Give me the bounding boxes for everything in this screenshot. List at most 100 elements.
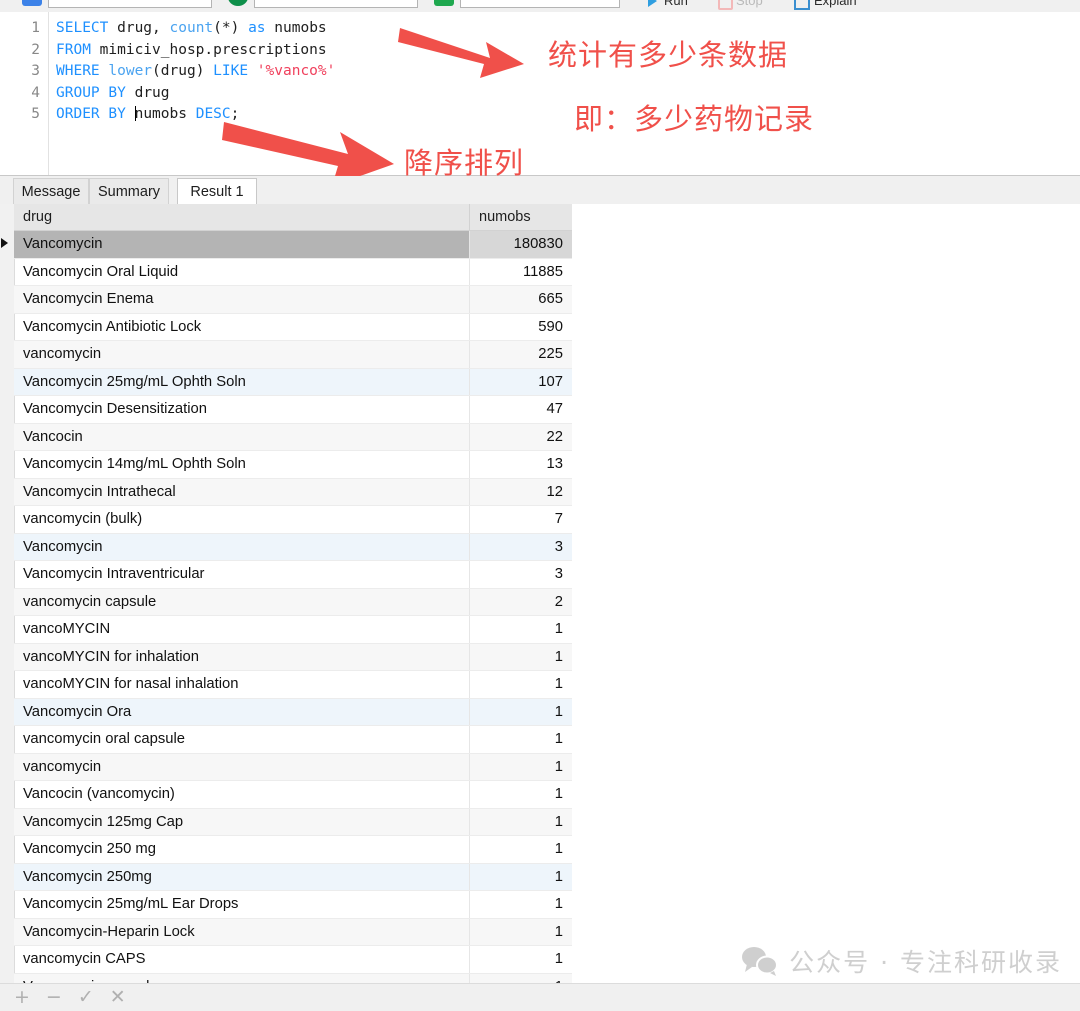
cell-numobs[interactable]: 1 [470, 616, 572, 643]
cell-numobs[interactable]: 1 [470, 644, 572, 671]
cell-numobs[interactable]: 3 [470, 561, 572, 588]
table-row[interactable]: Vancomycin Intrathecal 12 [14, 478, 572, 506]
cell-drug[interactable]: vancomycin (bulk) [14, 506, 470, 533]
commit-icon[interactable] [434, 0, 454, 6]
table-row[interactable]: vancoMYCIN for inhalation 1 [14, 643, 572, 671]
column-header-drug[interactable]: drug [14, 204, 470, 230]
table-row[interactable]: Vancomycin 25mg/mL Ophth Soln 107 [14, 368, 572, 396]
table-row[interactable]: Vancomycin Oral Liquid 11885 [14, 258, 572, 286]
cancel-edit-icon[interactable]: ✕ [110, 988, 126, 1007]
run-icon[interactable] [648, 0, 657, 7]
cell-drug[interactable]: Vancomycin 25mg/mL Ear Drops [14, 891, 470, 918]
table-row[interactable]: Vancomycin 250 mg 1 [14, 836, 572, 864]
cell-numobs[interactable]: 1 [470, 699, 572, 726]
table-row[interactable]: Vancomycin 125mg Cap 1 [14, 808, 572, 836]
cell-drug[interactable]: Vancomycin 125mg Cap [14, 808, 470, 835]
cell-numobs[interactable]: 1 [470, 864, 572, 891]
tab-message[interactable]: Message [13, 178, 89, 204]
cell-drug[interactable]: vancoMYCIN for inhalation [14, 643, 470, 670]
cell-drug[interactable]: vancomycin capsule [14, 588, 470, 615]
remove-row-icon[interactable]: − [46, 988, 62, 1007]
tab-result-1[interactable]: Result 1 [177, 178, 257, 205]
add-row-icon[interactable]: + [14, 988, 30, 1007]
schema-selector[interactable] [254, 0, 418, 8]
cell-numobs[interactable]: 13 [470, 451, 572, 478]
table-row[interactable]: vancomycin 1 [14, 753, 572, 781]
cell-numobs[interactable]: 225 [470, 341, 572, 368]
schema-icon[interactable] [228, 0, 248, 6]
table-row[interactable]: Vancomycin Antibiotic Lock 590 [14, 313, 572, 341]
cell-numobs[interactable]: 1 [470, 891, 572, 918]
cell-drug[interactable]: vancoMYCIN [14, 616, 470, 643]
sql-editor[interactable]: 1 2 3 4 5 SELECT drug, count(*) as numob… [0, 12, 1080, 176]
cell-drug[interactable]: Vancomycin 25mg/mL Ophth Soln [14, 368, 470, 395]
cell-drug[interactable]: vancomycin [14, 341, 470, 368]
cell-drug[interactable]: Vancomycin [14, 533, 470, 560]
cell-drug[interactable]: Vancomycin 14mg/mL Ophth Soln [14, 451, 470, 478]
cell-numobs[interactable]: 1 [470, 836, 572, 863]
table-row[interactable]: vancoMYCIN for nasal inhalation 1 [14, 671, 572, 699]
cell-numobs[interactable]: 47 [470, 396, 572, 423]
explain-button[interactable]: Explain [814, 0, 857, 8]
stop-icon[interactable] [718, 0, 733, 10]
cell-numobs[interactable]: 7 [470, 506, 572, 533]
cell-numobs[interactable]: 107 [470, 369, 572, 396]
cell-drug[interactable]: Vancomycin Antibiotic Lock [14, 313, 470, 340]
cell-numobs[interactable]: 1 [470, 671, 572, 698]
cell-drug[interactable]: Vancocin [14, 423, 470, 450]
table-row[interactable]: Vancomycin 3 [14, 533, 572, 561]
table-row[interactable]: Vancomycin Intraventricular 3 [14, 561, 572, 589]
table-row[interactable]: Vancocin 22 [14, 423, 572, 451]
cell-drug[interactable]: Vancomycin Enema [14, 286, 470, 313]
sql-code[interactable]: SELECT drug, count(*) as numobs FROM mimi… [56, 18, 335, 126]
cell-numobs[interactable]: 1 [470, 919, 572, 946]
connection-icon[interactable] [22, 0, 42, 6]
cell-numobs[interactable]: 1 [470, 726, 572, 753]
cell-drug[interactable]: Vancomycin [14, 231, 470, 258]
table-row[interactable]: Vancomycin 250mg 1 [14, 863, 572, 891]
table-row[interactable]: vancoMYCIN 1 [14, 616, 572, 644]
cell-numobs[interactable]: 1 [470, 974, 572, 983]
table-row[interactable]: vancomycin (bulk) 7 [14, 506, 572, 534]
cell-numobs[interactable]: 180830 [470, 231, 572, 258]
table-row[interactable]: Vancomycin 25mg/mL Ear Drops 1 [14, 891, 572, 919]
cell-numobs[interactable]: 22 [470, 424, 572, 451]
cell-drug[interactable]: Vancomycin Ora [14, 698, 470, 725]
cell-drug[interactable]: vancoMYCIN for nasal inhalation [14, 671, 470, 698]
result-grid[interactable]: drug numobs Vancomycin 180830 Vancomycin O… [0, 204, 1080, 983]
cell-drug[interactable]: vancomycin [14, 753, 470, 780]
run-button[interactable]: Run [664, 0, 688, 8]
table-row[interactable]: Vancomycin 14mg/mL Ophth Soln 13 [14, 451, 572, 479]
cell-drug[interactable]: Vancomycin Intrathecal [14, 478, 470, 505]
cell-drug[interactable]: Vancomycin capsule [14, 973, 470, 983]
cell-drug[interactable]: Vancomycin Desensitization [14, 396, 470, 423]
cell-drug[interactable]: vancomycin oral capsule [14, 726, 470, 753]
cell-drug[interactable]: Vancomycin Oral Liquid [14, 258, 470, 285]
table-row[interactable]: Vancomycin Desensitization 47 [14, 396, 572, 424]
table-row[interactable]: Vancomycin 180830 [1, 231, 572, 259]
cell-numobs[interactable]: 2 [470, 589, 572, 616]
cell-numobs[interactable]: 1 [470, 754, 572, 781]
cell-drug[interactable]: Vancomycin Intraventricular [14, 561, 470, 588]
cell-numobs[interactable]: 590 [470, 314, 572, 341]
cell-drug[interactable]: Vancocin (vancomycin) [14, 781, 470, 808]
table-row[interactable]: vancomycin oral capsule 1 [14, 726, 572, 754]
cell-numobs[interactable]: 665 [470, 286, 572, 313]
table-row[interactable]: Vancomycin capsule1 [14, 973, 572, 983]
table-row[interactable]: vancomycin CAPS 1 [14, 946, 572, 974]
table-row[interactable]: Vancocin (vancomycin) 1 [14, 781, 572, 809]
table-row[interactable]: Vancomycin Enema 665 [14, 286, 572, 314]
cell-drug[interactable]: Vancomycin 250 mg [14, 836, 470, 863]
transaction-selector[interactable] [460, 0, 620, 8]
table-row[interactable]: vancomycin capsule 2 [14, 588, 572, 616]
table-row[interactable]: vancomycin 225 [14, 341, 572, 369]
cell-drug[interactable]: Vancomycin-Heparin Lock [14, 918, 470, 945]
tab-summary[interactable]: Summary [89, 178, 169, 204]
commit-edit-icon[interactable]: ✓ [78, 988, 94, 1007]
cell-numobs[interactable]: 1 [470, 809, 572, 836]
table-row[interactable]: Vancomycin-Heparin Lock 1 [14, 918, 572, 946]
explain-icon[interactable] [794, 0, 810, 10]
database-selector[interactable] [48, 0, 212, 8]
cell-numobs[interactable]: 1 [470, 781, 572, 808]
cell-numobs[interactable]: 1 [470, 946, 572, 973]
